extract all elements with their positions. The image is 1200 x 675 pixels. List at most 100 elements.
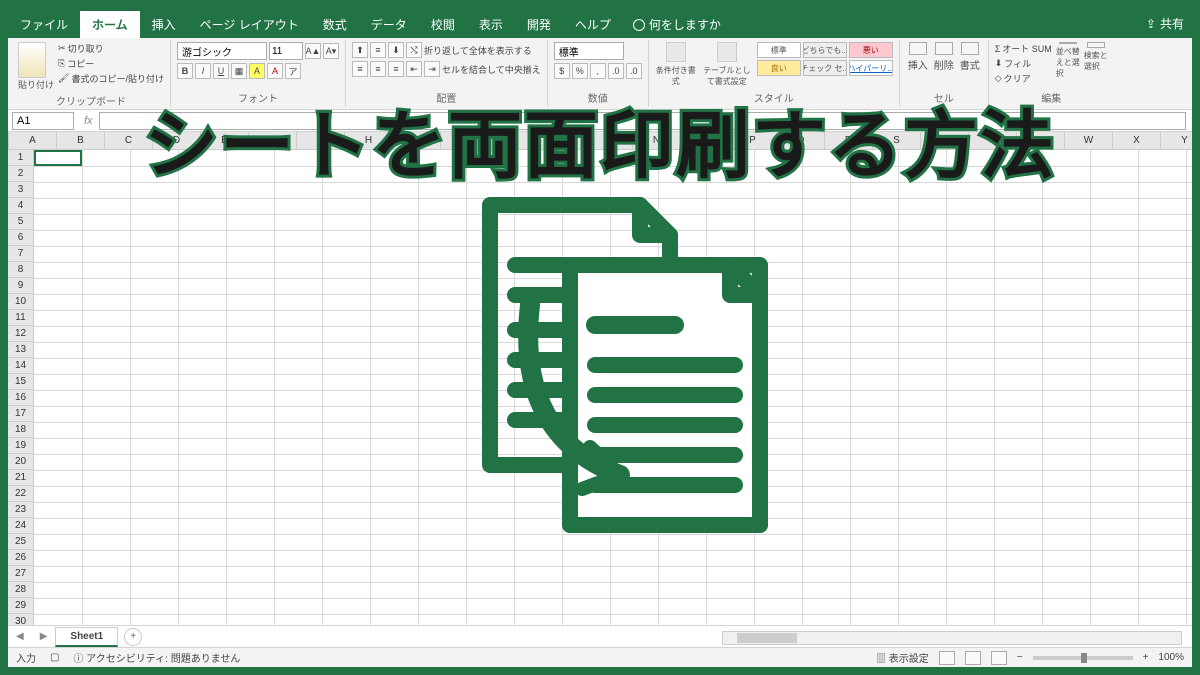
font-size-select[interactable] bbox=[269, 42, 303, 60]
cell-style-good[interactable]: 良い bbox=[757, 60, 801, 76]
tab-insert[interactable]: 挿入 bbox=[140, 11, 188, 38]
horizontal-scrollbar[interactable] bbox=[722, 631, 1182, 645]
increase-indent-button[interactable]: ⇥ bbox=[424, 61, 440, 77]
phonetic-button[interactable]: ア bbox=[285, 63, 301, 79]
row-header[interactable]: 2 bbox=[8, 166, 33, 182]
row-header[interactable]: 6 bbox=[8, 230, 33, 246]
increase-font-button[interactable]: A▲ bbox=[305, 43, 321, 59]
fill-button[interactable]: ⬇フィル bbox=[995, 57, 1052, 70]
tab-view[interactable]: 表示 bbox=[467, 11, 515, 38]
border-button[interactable]: ▦ bbox=[231, 63, 247, 79]
row-header[interactable]: 19 bbox=[8, 438, 33, 454]
row-header[interactable]: 29 bbox=[8, 598, 33, 614]
zoom-in-button[interactable]: + bbox=[1143, 652, 1149, 663]
percent-button[interactable]: % bbox=[572, 63, 588, 79]
align-right-button[interactable]: ≡ bbox=[388, 61, 404, 77]
paste-button[interactable] bbox=[18, 42, 46, 78]
row-header[interactable]: 11 bbox=[8, 310, 33, 326]
row-header[interactable]: 9 bbox=[8, 278, 33, 294]
tab-home[interactable]: ホーム bbox=[80, 11, 140, 38]
cell-style-bad[interactable]: 悪い bbox=[849, 42, 893, 58]
row-header[interactable]: 13 bbox=[8, 342, 33, 358]
tab-file[interactable]: ファイル bbox=[8, 11, 80, 38]
tab-formulas[interactable]: 数式 bbox=[311, 11, 359, 38]
autosum-button[interactable]: Σオート SUM bbox=[995, 42, 1052, 55]
bold-button[interactable]: B bbox=[177, 63, 193, 79]
format-painter-button[interactable]: 🖌書式のコピー/貼り付け bbox=[58, 72, 164, 85]
column-header[interactable]: A bbox=[9, 132, 57, 149]
tab-review[interactable]: 校閲 bbox=[419, 11, 467, 38]
share-button[interactable]: ⇪ 共有 bbox=[1146, 15, 1184, 32]
tab-help[interactable]: ヘルプ bbox=[563, 11, 623, 38]
row-header[interactable]: 24 bbox=[8, 518, 33, 534]
row-header[interactable]: 20 bbox=[8, 454, 33, 470]
row-header[interactable]: 16 bbox=[8, 390, 33, 406]
add-sheet-button[interactable]: + bbox=[124, 628, 142, 646]
row-header[interactable]: 12 bbox=[8, 326, 33, 342]
column-header[interactable]: B bbox=[57, 132, 105, 149]
align-bottom-button[interactable]: ⬇ bbox=[388, 42, 404, 58]
column-header[interactable]: W bbox=[1065, 132, 1113, 149]
column-header[interactable]: Y bbox=[1161, 132, 1200, 149]
tab-data[interactable]: データ bbox=[359, 11, 419, 38]
font-name-select[interactable] bbox=[177, 42, 267, 60]
cell-style-hyperlink[interactable]: ハイパーリ... bbox=[849, 60, 893, 76]
align-top-button[interactable]: ⬆ bbox=[352, 42, 368, 58]
fx-icon[interactable]: fx bbox=[78, 115, 99, 127]
font-color-button[interactable]: A bbox=[267, 63, 283, 79]
name-box[interactable]: A1 bbox=[12, 112, 74, 130]
conditional-format-icon[interactable] bbox=[666, 42, 686, 62]
row-header[interactable]: 15 bbox=[8, 374, 33, 390]
fill-color-button[interactable]: A bbox=[249, 63, 265, 79]
tell-me-search[interactable]: 何をしますか bbox=[623, 11, 731, 38]
delete-cells-button[interactable]: 削除 bbox=[932, 42, 956, 72]
sheet-tab-1[interactable]: Sheet1 bbox=[55, 627, 118, 647]
comma-button[interactable]: , bbox=[590, 63, 606, 79]
row-header[interactable]: 18 bbox=[8, 422, 33, 438]
sort-filter-button[interactable]: 並べ替えと選択 bbox=[1056, 42, 1080, 72]
row-header[interactable]: 10 bbox=[8, 294, 33, 310]
tab-developer[interactable]: 開発 bbox=[515, 11, 563, 38]
row-header[interactable]: 26 bbox=[8, 550, 33, 566]
merge-center-button[interactable]: セルを結合して中央揃え bbox=[442, 63, 541, 76]
row-header[interactable]: 3 bbox=[8, 182, 33, 198]
row-header[interactable]: 25 bbox=[8, 534, 33, 550]
row-header[interactable]: 1 bbox=[8, 150, 33, 166]
row-header[interactable]: 4 bbox=[8, 198, 33, 214]
row-header[interactable]: 8 bbox=[8, 262, 33, 278]
row-header[interactable]: 7 bbox=[8, 246, 33, 262]
clear-button[interactable]: ◇クリア bbox=[995, 72, 1052, 85]
increase-decimal-button[interactable]: .0 bbox=[608, 63, 624, 79]
row-header[interactable]: 30 bbox=[8, 614, 33, 625]
normal-view-button[interactable] bbox=[939, 651, 955, 665]
macro-record-icon[interactable]: ▢ bbox=[50, 652, 59, 663]
orientation-button[interactable]: ⤭ bbox=[406, 42, 422, 58]
row-header[interactable]: 14 bbox=[8, 358, 33, 374]
decrease-font-button[interactable]: A▾ bbox=[323, 43, 339, 59]
insert-cells-button[interactable]: 挿入 bbox=[906, 42, 930, 72]
align-left-button[interactable]: ≡ bbox=[352, 61, 368, 77]
format-cells-button[interactable]: 書式 bbox=[958, 42, 982, 72]
currency-button[interactable]: $ bbox=[554, 63, 570, 79]
row-header[interactable]: 21 bbox=[8, 470, 33, 486]
page-break-view-button[interactable] bbox=[991, 651, 1007, 665]
page-layout-view-button[interactable] bbox=[965, 651, 981, 665]
align-center-button[interactable]: ≡ bbox=[370, 61, 386, 77]
row-header[interactable]: 27 bbox=[8, 566, 33, 582]
row-header[interactable]: 23 bbox=[8, 502, 33, 518]
cell-style-neutral[interactable]: どちらでも... bbox=[803, 42, 847, 58]
row-header[interactable]: 22 bbox=[8, 486, 33, 502]
column-header[interactable]: X bbox=[1113, 132, 1161, 149]
cut-button[interactable]: ✂切り取り bbox=[58, 42, 164, 55]
tab-page-layout[interactable]: ページ レイアウト bbox=[188, 11, 311, 38]
cell-style-normal[interactable]: 標準 bbox=[757, 42, 801, 58]
sheet-nav-prev[interactable]: ◀ bbox=[8, 631, 32, 642]
align-middle-button[interactable]: ≡ bbox=[370, 42, 386, 58]
zoom-out-button[interactable]: − bbox=[1017, 652, 1023, 663]
accessibility-status[interactable]: ⓘ アクセシビリティ: 問題ありません bbox=[73, 650, 240, 665]
row-header[interactable]: 28 bbox=[8, 582, 33, 598]
decrease-decimal-button[interactable]: .0 bbox=[626, 63, 642, 79]
format-as-table-icon[interactable] bbox=[717, 42, 737, 62]
number-format-select[interactable] bbox=[554, 42, 624, 60]
cell-style-check[interactable]: チェック セ... bbox=[803, 60, 847, 76]
